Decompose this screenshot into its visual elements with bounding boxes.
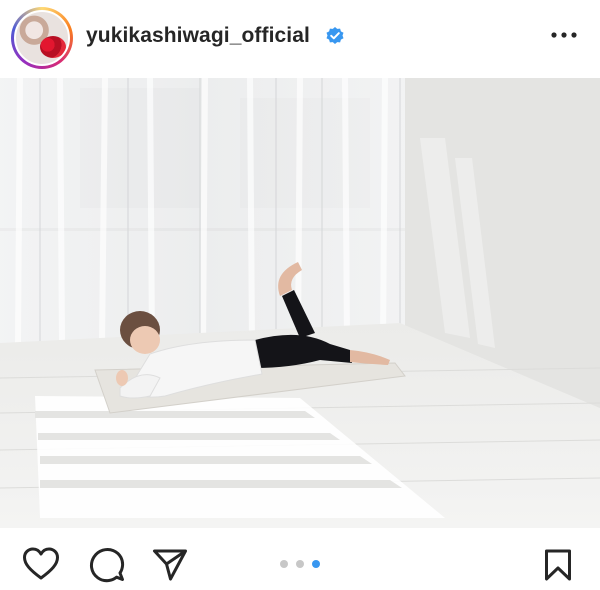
username[interactable]: yukikashiwagi_official <box>86 24 310 48</box>
carousel-indicator <box>280 560 322 570</box>
paper-plane-icon[interactable] <box>152 548 188 582</box>
heart-icon[interactable] <box>22 547 60 581</box>
post-header: yukikashiwagi_official <box>0 0 600 78</box>
comment-icon[interactable] <box>88 547 126 583</box>
carousel-dot-3-active[interactable] <box>312 560 320 568</box>
carousel-dot-2[interactable] <box>296 560 304 568</box>
bookmark-icon[interactable] <box>543 548 573 582</box>
carousel-dot-1[interactable] <box>280 560 288 568</box>
post-actions <box>0 528 600 590</box>
photo-scene <box>0 78 600 528</box>
avatar[interactable] <box>14 10 70 66</box>
more-options-icon[interactable] <box>550 28 578 42</box>
verified-badge-icon <box>326 27 344 44</box>
avatar-flowers <box>40 36 66 58</box>
story-ring[interactable] <box>11 7 73 69</box>
post-photo[interactable] <box>0 78 600 528</box>
